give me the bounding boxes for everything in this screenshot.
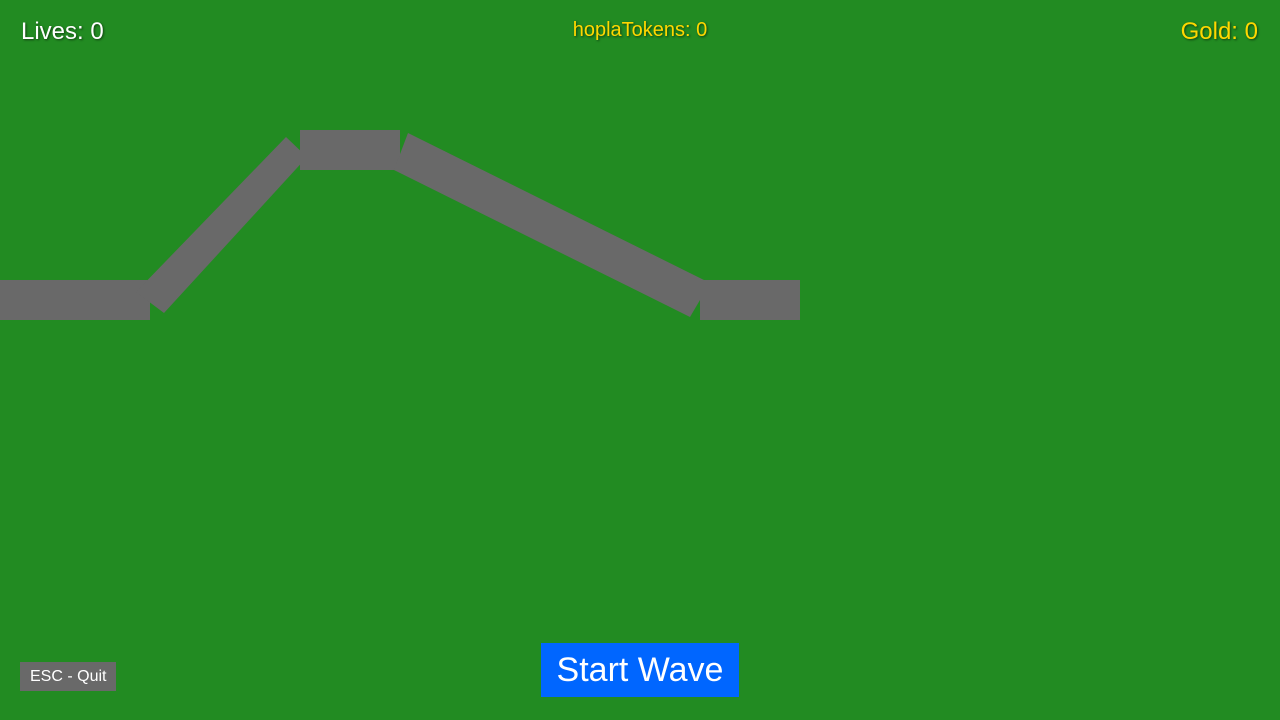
gold-counter: Gold: 0 bbox=[1180, 18, 1258, 45]
path-segment-3 bbox=[300, 130, 400, 170]
quit-button[interactable]: ESC - Quit bbox=[20, 662, 117, 691]
path-segment-5 bbox=[700, 280, 800, 320]
start-wave-button[interactable]: Start Wave bbox=[541, 643, 739, 697]
path-segment-1 bbox=[0, 280, 150, 320]
hopla-tokens-counter: hoplaTokens: 0 bbox=[572, 19, 708, 41]
grass-background bbox=[0, 0, 1280, 720]
game-board[interactable] bbox=[0, 0, 1280, 720]
